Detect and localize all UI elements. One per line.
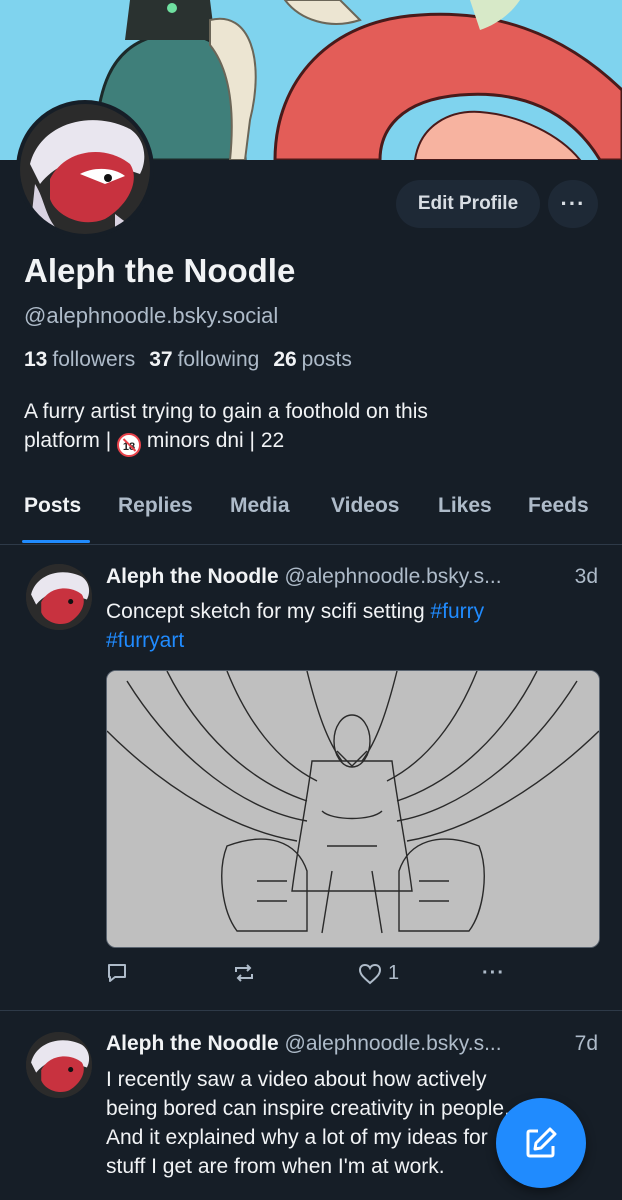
profile-avatar[interactable] [16,100,154,238]
repost-icon [235,964,253,982]
post-author[interactable]: Aleph the Noodle [106,1032,279,1055]
post-header: Aleph the Noodle @alephnoodle.bsky.s... [106,565,502,589]
post-author[interactable]: Aleph the Noodle [106,565,279,588]
no-minors-icon: 18 [117,433,141,457]
edit-profile-button[interactable]: Edit Profile [396,180,540,228]
tab-replies[interactable]: Replies [118,494,193,518]
post-avatar[interactable] [26,1032,92,1098]
tab-media[interactable]: Media [230,494,290,518]
tab-likes[interactable]: Likes [438,494,492,518]
comment-icon [108,964,126,982]
like-count: 1 [388,962,400,984]
post-avatar[interactable] [26,564,92,630]
post-time[interactable]: 7d [575,1032,598,1056]
profile-more-button[interactable]: ··· [548,180,598,228]
edit-profile-label: Edit Profile [417,193,519,214]
hashtag-link[interactable]: #furryart [106,629,184,652]
display-name: Aleph the Noodle [24,252,296,289]
post-header: Aleph the Noodle @alephnoodle.bsky.s... [106,1032,502,1056]
posts-label: posts [301,348,352,371]
bio-text-a: platform | [24,429,112,452]
post-avatar-image [26,1032,92,1098]
compose-button[interactable] [496,1098,586,1188]
post-time[interactable]: 3d [575,565,598,589]
tab-feeds[interactable]: Feeds [528,494,589,518]
heart-icon [358,963,382,984]
post-image[interactable] [106,670,600,948]
profile-tabs: Posts Replies Media Videos Likes Feeds [0,480,622,545]
post-actions: 1 ··· [106,962,598,990]
post-divider [0,1010,622,1011]
following-link[interactable]: 37 following [149,348,259,372]
post-body: Concept sketch for my scifi setting #fur… [106,597,598,655]
post-more-button[interactable]: ··· [482,962,505,985]
hashtag-link[interactable]: #furry [430,600,484,623]
post-avatar-image [26,564,92,630]
post-line: I recently saw a video about how activel… [106,1068,487,1091]
bio-text-b: minors dni | 22 [146,429,285,452]
sketch-artwork [107,671,599,947]
post-handle[interactable]: @alephnoodle.bsky.s... [285,1032,502,1055]
profile-stats: 13 followers 37 following 26 posts [24,348,352,372]
compose-icon [526,1127,557,1158]
repost-button[interactable] [232,962,256,984]
profile-handle: @alephnoodle.bsky.social [24,303,279,328]
avatar-image [20,104,150,234]
like-button[interactable]: 1 [358,962,399,985]
post-text: Concept sketch for my scifi setting [106,600,425,623]
tab-videos[interactable]: Videos [331,494,399,518]
followers-count: 13 [24,348,48,371]
profile-bio: A furry artist trying to gain a foothold… [24,397,594,457]
followers-label: followers [52,348,136,371]
tab-posts[interactable]: Posts [24,494,81,518]
followers-link[interactable]: 13 followers [24,348,135,372]
following-label: following [177,348,260,371]
more-icon: ··· [560,191,586,216]
bio-line-1: A furry artist trying to gain a foothold… [24,400,428,423]
more-icon: ··· [482,962,505,984]
post-handle[interactable]: @alephnoodle.bsky.s... [285,565,502,588]
following-count: 37 [149,348,173,371]
bio-line-2: platform | 18 minors dni | 22 [24,426,594,457]
active-tab-indicator [22,540,90,543]
posts-stat: 26 posts [273,348,352,372]
posts-count: 26 [273,348,297,371]
reply-button[interactable] [106,962,128,984]
